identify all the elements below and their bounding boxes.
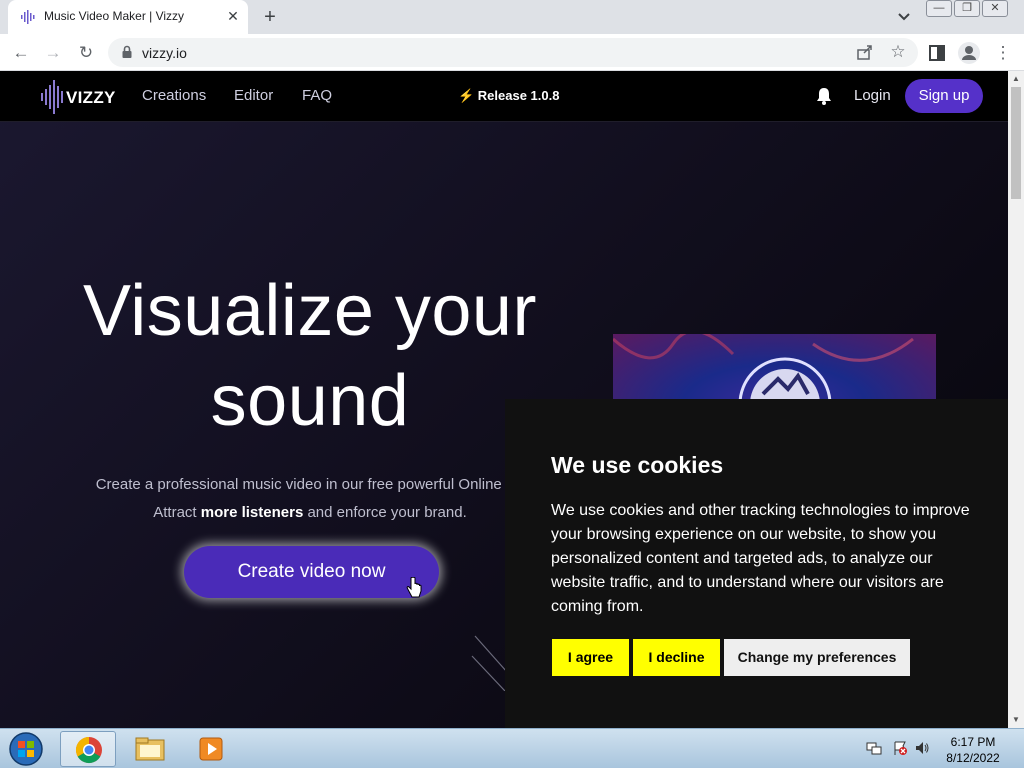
forward-arrow-icon[interactable]: →: [42, 42, 64, 64]
hero-title: Visualize your sound: [60, 266, 560, 446]
chrome-icon: [75, 736, 102, 764]
nav-link-editor[interactable]: Editor: [234, 87, 273, 104]
window-controls: — ❐ ✕: [926, 0, 1008, 18]
folder-icon: [135, 737, 165, 761]
cookie-title: We use cookies: [551, 452, 724, 478]
clock-time: 6:17 PM: [950, 735, 996, 749]
subtitle-text-post: and enforce your brand.: [303, 504, 467, 521]
login-link[interactable]: Login: [854, 87, 891, 104]
scrollbar-thumb[interactable]: [1011, 87, 1021, 199]
taskbar-file-explorer[interactable]: [122, 731, 178, 767]
hero-subtitle: Create a professional music video in our…: [70, 471, 550, 527]
cookie-decline-button[interactable]: I decline: [633, 639, 720, 676]
bookmark-star-icon[interactable]: ☆: [888, 42, 908, 62]
volume-speaker-icon[interactable]: [914, 740, 930, 756]
side-panel-icon[interactable]: [927, 43, 947, 63]
nav-link-creations[interactable]: Creations: [142, 87, 206, 104]
back-arrow-icon[interactable]: ←: [10, 42, 32, 64]
profile-avatar-icon[interactable]: [957, 41, 981, 65]
notification-bell-icon[interactable]: [815, 86, 833, 106]
hero-title-line1: Visualize your: [83, 271, 537, 351]
hero-subtitle-line2: Attract more listeners and enforce your …: [70, 499, 550, 527]
hero-subtitle-line1: Create a professional music video in our…: [95, 476, 525, 493]
cookie-agree-button[interactable]: I agree: [552, 639, 629, 676]
network-icon[interactable]: [866, 740, 882, 756]
minimize-button[interactable]: —: [926, 0, 952, 17]
close-tab-icon[interactable]: ✕: [224, 7, 242, 25]
close-window-button[interactable]: ✕: [982, 0, 1008, 17]
signup-button[interactable]: Sign up: [905, 79, 983, 113]
page-scrollbar[interactable]: ▲ ▼: [1008, 71, 1024, 728]
video-preview-image: [613, 334, 936, 404]
address-bar[interactable]: vizzy.io ☆: [108, 38, 918, 67]
reload-icon[interactable]: ↻: [75, 42, 97, 64]
hero-title-line2: sound: [210, 361, 410, 441]
nav-link-faq[interactable]: FAQ: [302, 87, 332, 104]
restore-button[interactable]: ❐: [954, 0, 980, 17]
browser-tab-strip: Music Video Maker | Vizzy ✕ + — ❐ ✕: [0, 0, 1024, 34]
browser-toolbar: ← → ↻ vizzy.io ☆ ⋮: [0, 34, 1024, 71]
browser-menu-icon[interactable]: ⋮: [992, 42, 1014, 64]
system-clock[interactable]: 6:17 PM 8/12/2022: [940, 734, 1006, 766]
url-text[interactable]: vizzy.io: [142, 45, 187, 61]
vizzy-favicon-icon: [21, 10, 35, 24]
clock-date: 8/12/2022: [946, 751, 1000, 765]
cookie-preferences-button[interactable]: Change my preferences: [724, 639, 910, 676]
windows-start-button[interactable]: [6, 731, 46, 767]
release-badge[interactable]: ⚡ Release 1.0.8: [458, 88, 559, 104]
new-tab-button[interactable]: +: [258, 5, 282, 29]
page-viewport: VIZZY Creations Editor FAQ ⚡ Release 1.0…: [0, 71, 1008, 728]
tab-title: Music Video Maker | Vizzy: [44, 9, 185, 23]
hand-pointer-cursor-icon: [406, 577, 422, 598]
taskbar-media-player[interactable]: [184, 731, 240, 767]
share-icon[interactable]: [856, 43, 874, 61]
site-navbar: VIZZY Creations Editor FAQ ⚡ Release 1.0…: [0, 71, 1008, 122]
subtitle-text-bold: more listeners: [200, 504, 304, 521]
scroll-up-arrow-icon[interactable]: ▲: [1011, 73, 1021, 85]
windows-taskbar: 6:17 PM 8/12/2022: [0, 728, 1024, 768]
taskbar-chrome[interactable]: [60, 731, 116, 767]
subtitle-text-pre: Attract: [153, 504, 201, 521]
browser-tab[interactable]: Music Video Maker | Vizzy ✕: [8, 0, 248, 34]
scroll-down-arrow-icon[interactable]: ▼: [1011, 714, 1021, 726]
cookie-consent-panel: We use cookies We use cookies and other …: [505, 399, 1008, 728]
media-player-icon: [199, 737, 223, 761]
lock-icon[interactable]: [120, 45, 134, 59]
action-center-flag-icon[interactable]: [892, 740, 908, 756]
create-video-button[interactable]: Create video now: [184, 546, 439, 598]
preview-artwork: [613, 334, 914, 404]
cookie-text: We use cookies and other tracking techno…: [551, 502, 970, 615]
vizzy-logo[interactable]: VIZZY: [40, 79, 120, 115]
logo-text: VIZZY: [66, 88, 116, 107]
tab-search-chevron-icon[interactable]: [894, 8, 914, 26]
